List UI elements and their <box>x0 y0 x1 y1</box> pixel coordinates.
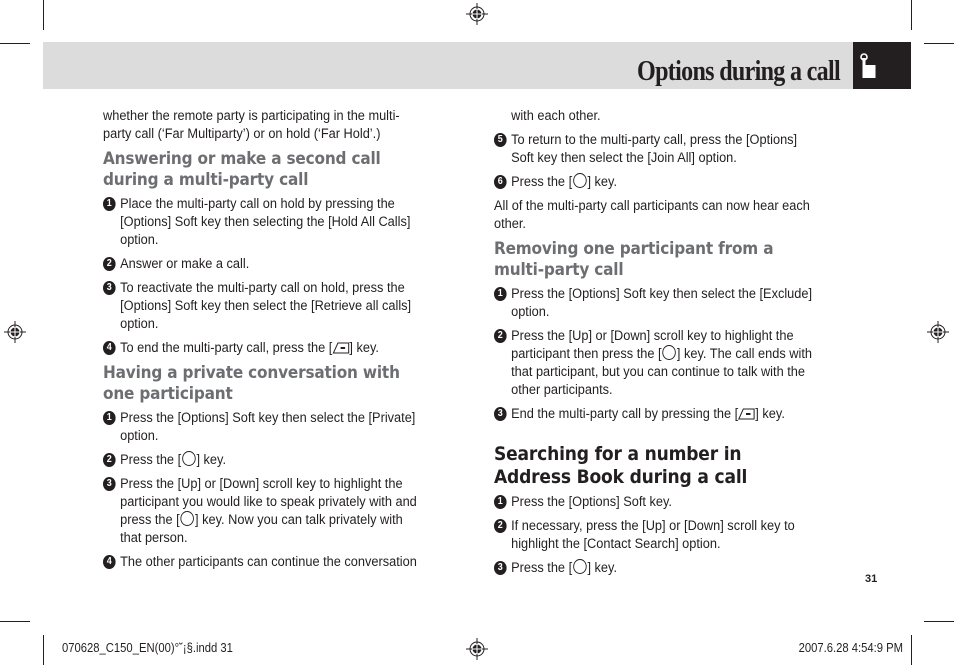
list-item: 6 Press the [ ] key. <box>494 173 818 191</box>
list-item: 3 End the multi-party call by pressing th… <box>494 405 818 423</box>
list-item: 3 Press the [Up] or [Down] scroll key to … <box>103 475 427 547</box>
step-number: 3 <box>494 561 507 575</box>
registration-mark-icon <box>466 638 488 660</box>
end-key-icon <box>738 408 755 420</box>
list-item: 3 To reactivate the multi-party call on h… <box>103 279 427 333</box>
ok-key-icon <box>573 173 587 188</box>
registration-mark-icon <box>927 321 949 343</box>
step-text: ] key. <box>587 560 618 576</box>
step-text: If necessary, press the [Up] or [Down] s… <box>511 518 795 552</box>
step-text: Press the [ <box>511 560 573 576</box>
list-item: 1 Place the multi-party call on hold by p… <box>103 195 427 249</box>
file-slug: 070628_C150_EN(00)°˘¡§.indd 31 <box>62 641 233 655</box>
crop-mark <box>0 43 30 44</box>
hand-pointer-icon <box>860 53 876 78</box>
list-item: 2 If necessary, press the [Up] or [Down] … <box>494 517 818 553</box>
step-number: 3 <box>103 281 116 295</box>
continuation-text: with each other. <box>511 108 601 124</box>
step-number: 1 <box>494 495 507 509</box>
step-text: ] key. <box>196 452 227 468</box>
step-text: To return to the multi-party call, press… <box>511 132 798 166</box>
step-number: 3 <box>494 407 507 421</box>
section-heading: Removing one participant from a multi-pa… <box>494 239 774 280</box>
step-text: End the multi-party call by pressing the… <box>511 406 739 422</box>
step-text: Answer or make a call. <box>120 256 250 272</box>
step-text: Press the [Options] Soft key then select… <box>120 410 416 444</box>
step-number: 2 <box>103 257 116 271</box>
print-timestamp: 2007.6.28 4:54:9 PM <box>798 641 903 655</box>
list-item: 4 To end the multi-party call, press the … <box>103 339 427 357</box>
step-text: To reactivate the multi-party call on ho… <box>120 280 412 332</box>
page-title: Options during a call <box>636 56 841 87</box>
step-number: 4 <box>103 341 116 355</box>
registration-mark-icon <box>466 3 488 25</box>
list-item: 3 Press the [ ] key. <box>494 559 818 577</box>
crop-mark <box>0 621 30 622</box>
list-item: 1 Press the [Options] Soft key then selec… <box>494 285 818 321</box>
note-paragraph: All of the multi-party call participants… <box>494 198 810 232</box>
list-item: 2 Press the [Up] or [Down] scroll key to … <box>494 327 818 399</box>
crop-mark <box>911 0 912 30</box>
step-text: The other participants can continue the … <box>120 554 417 570</box>
list-item: 5 To return to the multi-party call, pres… <box>494 131 818 167</box>
crop-mark <box>43 635 44 665</box>
step-text: Press the [ <box>511 174 573 190</box>
step-number: 5 <box>494 133 507 147</box>
section-tab <box>853 42 911 89</box>
step-text: Press the [Options] Soft key. <box>511 494 672 510</box>
section-heading: Answering or make a second call during a… <box>103 149 381 190</box>
left-column: whether the remote party is participatin… <box>103 107 427 577</box>
step-number: 6 <box>494 175 507 189</box>
registration-mark-icon <box>4 321 26 343</box>
right-column: with each other. 5 To return to the multi-… <box>494 107 818 583</box>
step-text: Press the [ <box>120 452 182 468</box>
crop-mark <box>924 621 954 622</box>
crop-mark <box>924 43 954 44</box>
list-item: 1 Press the [Options] Soft key then selec… <box>103 409 427 445</box>
step-number: 1 <box>494 287 507 301</box>
crop-mark <box>43 0 44 30</box>
list-item: 4 The other participants can continue the… <box>103 553 427 571</box>
ok-key-icon <box>662 345 676 360</box>
step-number: 2 <box>494 329 507 343</box>
step-text: Place the multi-party call on hold by pr… <box>120 196 411 248</box>
section-heading: Searching for a number in Address Book d… <box>494 443 748 488</box>
step-number: 2 <box>103 453 116 467</box>
step-number: 2 <box>494 519 507 533</box>
section-heading: Having a private conversation with one p… <box>103 363 400 404</box>
end-key-icon <box>332 342 349 354</box>
step-number: 4 <box>103 555 116 569</box>
list-item: 1 Press the [Options] Soft key. <box>494 493 818 511</box>
step-text: To end the multi-party call, press the [ <box>120 340 333 356</box>
ok-key-icon <box>180 511 195 526</box>
list-item: 2 Answer or make a call. <box>103 255 427 273</box>
page-number: 31 <box>865 573 878 585</box>
step-number: 3 <box>103 477 116 491</box>
intro-paragraph: whether the remote party is participatin… <box>103 108 400 142</box>
crop-mark <box>911 635 912 665</box>
step-text: ] key. <box>587 174 618 190</box>
step-number: 1 <box>103 411 116 425</box>
step-text: ] key. <box>349 340 379 356</box>
list-item: 2 Press the [ ] key. <box>103 451 427 469</box>
ok-key-icon <box>573 559 587 574</box>
ok-key-icon <box>182 451 196 466</box>
step-number: 1 <box>103 197 116 211</box>
step-text: Press the [Options] Soft key then select… <box>511 286 813 320</box>
step-text: ] key. <box>755 406 785 422</box>
